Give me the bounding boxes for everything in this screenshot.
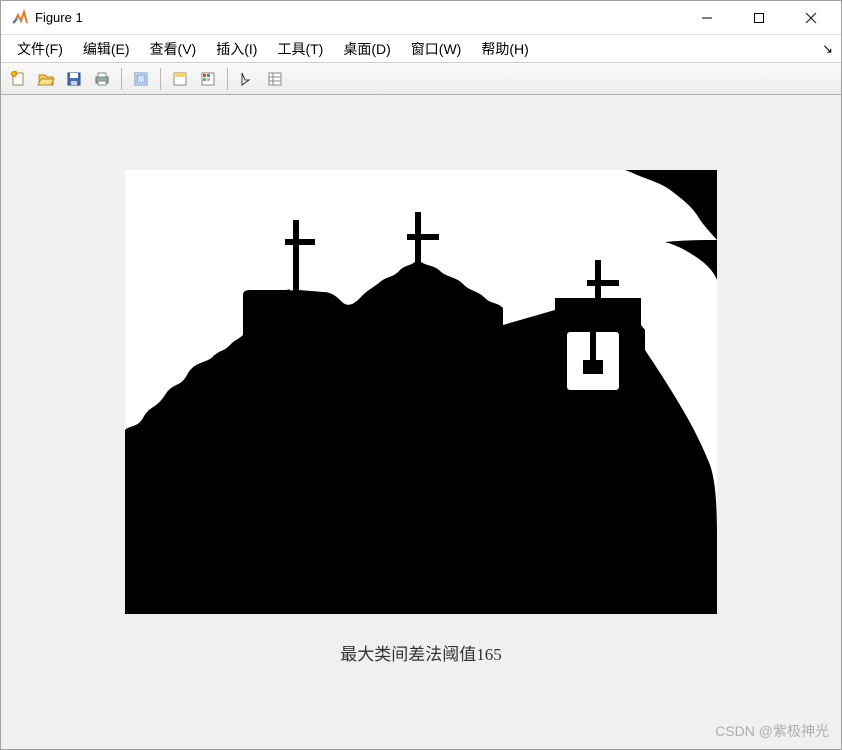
window-controls [681, 1, 837, 34]
menu-tools[interactable]: 工具(T) [267, 36, 333, 62]
axes-image[interactable] [125, 170, 717, 614]
open-property-inspector-button[interactable] [262, 66, 288, 92]
menu-file[interactable]: 文件(F) [7, 36, 73, 62]
figure-window: Figure 1 文件(F) 编辑(E) 查看(V) 插入(I) 工具(T) 桌… [0, 0, 842, 750]
maximize-button[interactable] [733, 1, 785, 34]
edit-plot-button[interactable] [234, 66, 260, 92]
menu-desktop[interactable]: 桌面(D) [333, 36, 400, 62]
insert-colorbar-button[interactable] [195, 66, 221, 92]
menu-insert[interactable]: 插入(I) [206, 36, 267, 62]
toolbar-chevron-icon[interactable]: ↘ [822, 41, 833, 57]
menu-edit[interactable]: 编辑(E) [73, 36, 140, 62]
toolbar [1, 63, 841, 95]
close-button[interactable] [785, 1, 837, 34]
matlab-app-icon [11, 9, 29, 27]
watermark-text: CSDN @紫极神光 [715, 721, 829, 741]
menu-help[interactable]: 帮助(H) [471, 36, 538, 62]
link-plot-button[interactable] [128, 66, 154, 92]
figure-caption: 最大类间差法阈值165 [340, 640, 502, 665]
data-cursor-button[interactable] [167, 66, 193, 92]
toolbar-separator [121, 68, 122, 90]
window-title: Figure 1 [35, 10, 83, 25]
menubar: 文件(F) 编辑(E) 查看(V) 插入(I) 工具(T) 桌面(D) 窗口(W… [1, 35, 841, 63]
minimize-button[interactable] [681, 1, 733, 34]
toolbar-separator [160, 68, 161, 90]
print-button[interactable] [89, 66, 115, 92]
figure-canvas-area: 最大类间差法阈值165 CSDN @紫极神光 [1, 95, 841, 749]
new-figure-button[interactable] [5, 66, 31, 92]
toolbar-separator [227, 68, 228, 90]
menu-window[interactable]: 窗口(W) [401, 36, 472, 62]
menu-view[interactable]: 查看(V) [140, 36, 207, 62]
save-button[interactable] [61, 66, 87, 92]
open-button[interactable] [33, 66, 59, 92]
titlebar: Figure 1 [1, 1, 841, 35]
